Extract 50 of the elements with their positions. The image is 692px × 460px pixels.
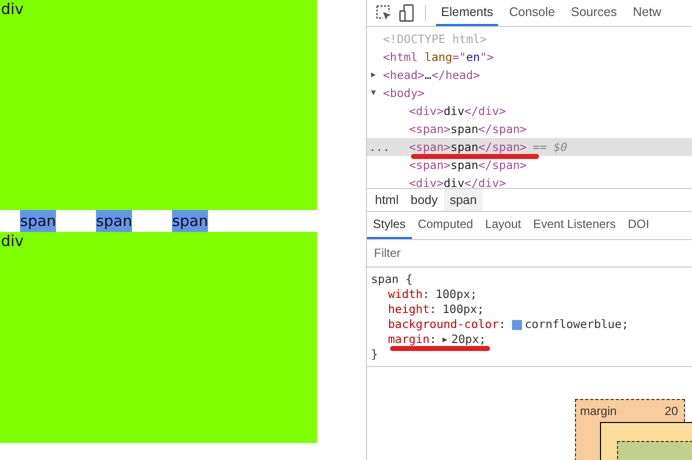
expand-arrow-icon[interactable]: ▶ (371, 66, 383, 84)
dom-node[interactable]: <html lang="en"> (383, 48, 494, 66)
breadcrumb[interactable]: span (444, 189, 483, 211)
selected-node-marker: == $0 (532, 139, 568, 156)
css-property[interactable]: margin (388, 332, 430, 347)
devtools-tab[interactable]: Console (504, 0, 560, 26)
dom-node[interactable]: <span>span</span> (409, 120, 527, 138)
css-property[interactable]: width (388, 287, 423, 302)
div-label: div (0, 232, 24, 250)
styles-pane-tab[interactable]: Event Listeners (527, 212, 622, 239)
css-value[interactable]: 20px; (451, 332, 486, 347)
devtools-tab[interactable]: Netw (628, 0, 666, 26)
box-model-label: margin (580, 404, 617, 418)
devtools-tab[interactable]: Sources (566, 0, 622, 26)
closing-brace: } (371, 347, 378, 362)
devtools-tab[interactable]: Elements (436, 0, 498, 26)
device-toolbar-icon[interactable] (399, 4, 415, 22)
expand-arrow-icon[interactable]: ▼ (371, 84, 383, 102)
span-element: span (20, 210, 56, 232)
dom-node[interactable]: <head>…</head> (383, 66, 480, 84)
breadcrumb[interactable]: body (404, 189, 444, 211)
dom-node[interactable]: <body> (383, 84, 425, 102)
css-property[interactable]: height (388, 302, 430, 317)
styles-pane-tab[interactable]: Computed (412, 212, 480, 239)
breadcrumb[interactable]: html (369, 189, 405, 211)
dom-node[interactable]: <div>div</div> (409, 174, 506, 188)
css-selector: span { (371, 272, 413, 287)
css-value[interactable]: cornflowerblue; (524, 317, 629, 332)
expand-arrow-icon[interactable]: ▶ (442, 332, 448, 347)
styles-pane-tab[interactable]: DOI (622, 212, 656, 239)
span-element: span (96, 210, 132, 232)
css-property[interactable]: background-color (388, 317, 499, 332)
styles-pane-tab[interactable]: Layout (479, 212, 528, 239)
colon: : (422, 287, 430, 302)
filter-field[interactable]: Filter (367, 245, 576, 261)
span-element: span (172, 210, 208, 232)
div-label: div (0, 0, 24, 18)
dom-node[interactable]: <span>span</span> (409, 138, 527, 156)
inspect-icon[interactable] (375, 4, 393, 22)
css-value[interactable]: 100px; (442, 302, 484, 317)
styles-pane-tab[interactable]: Styles (367, 212, 412, 239)
colon: : (430, 332, 436, 347)
css-value[interactable]: 100px; (436, 287, 478, 302)
dom-node[interactable]: <div>div</div> (409, 102, 506, 120)
dom-node[interactable]: <span>span</span> (409, 156, 527, 174)
colon: : (430, 302, 436, 317)
color-swatch[interactable] (512, 320, 522, 330)
colon: : (498, 317, 506, 332)
more-options[interactable]: ... (369, 138, 390, 156)
box-model-value[interactable]: 20 (664, 404, 678, 418)
